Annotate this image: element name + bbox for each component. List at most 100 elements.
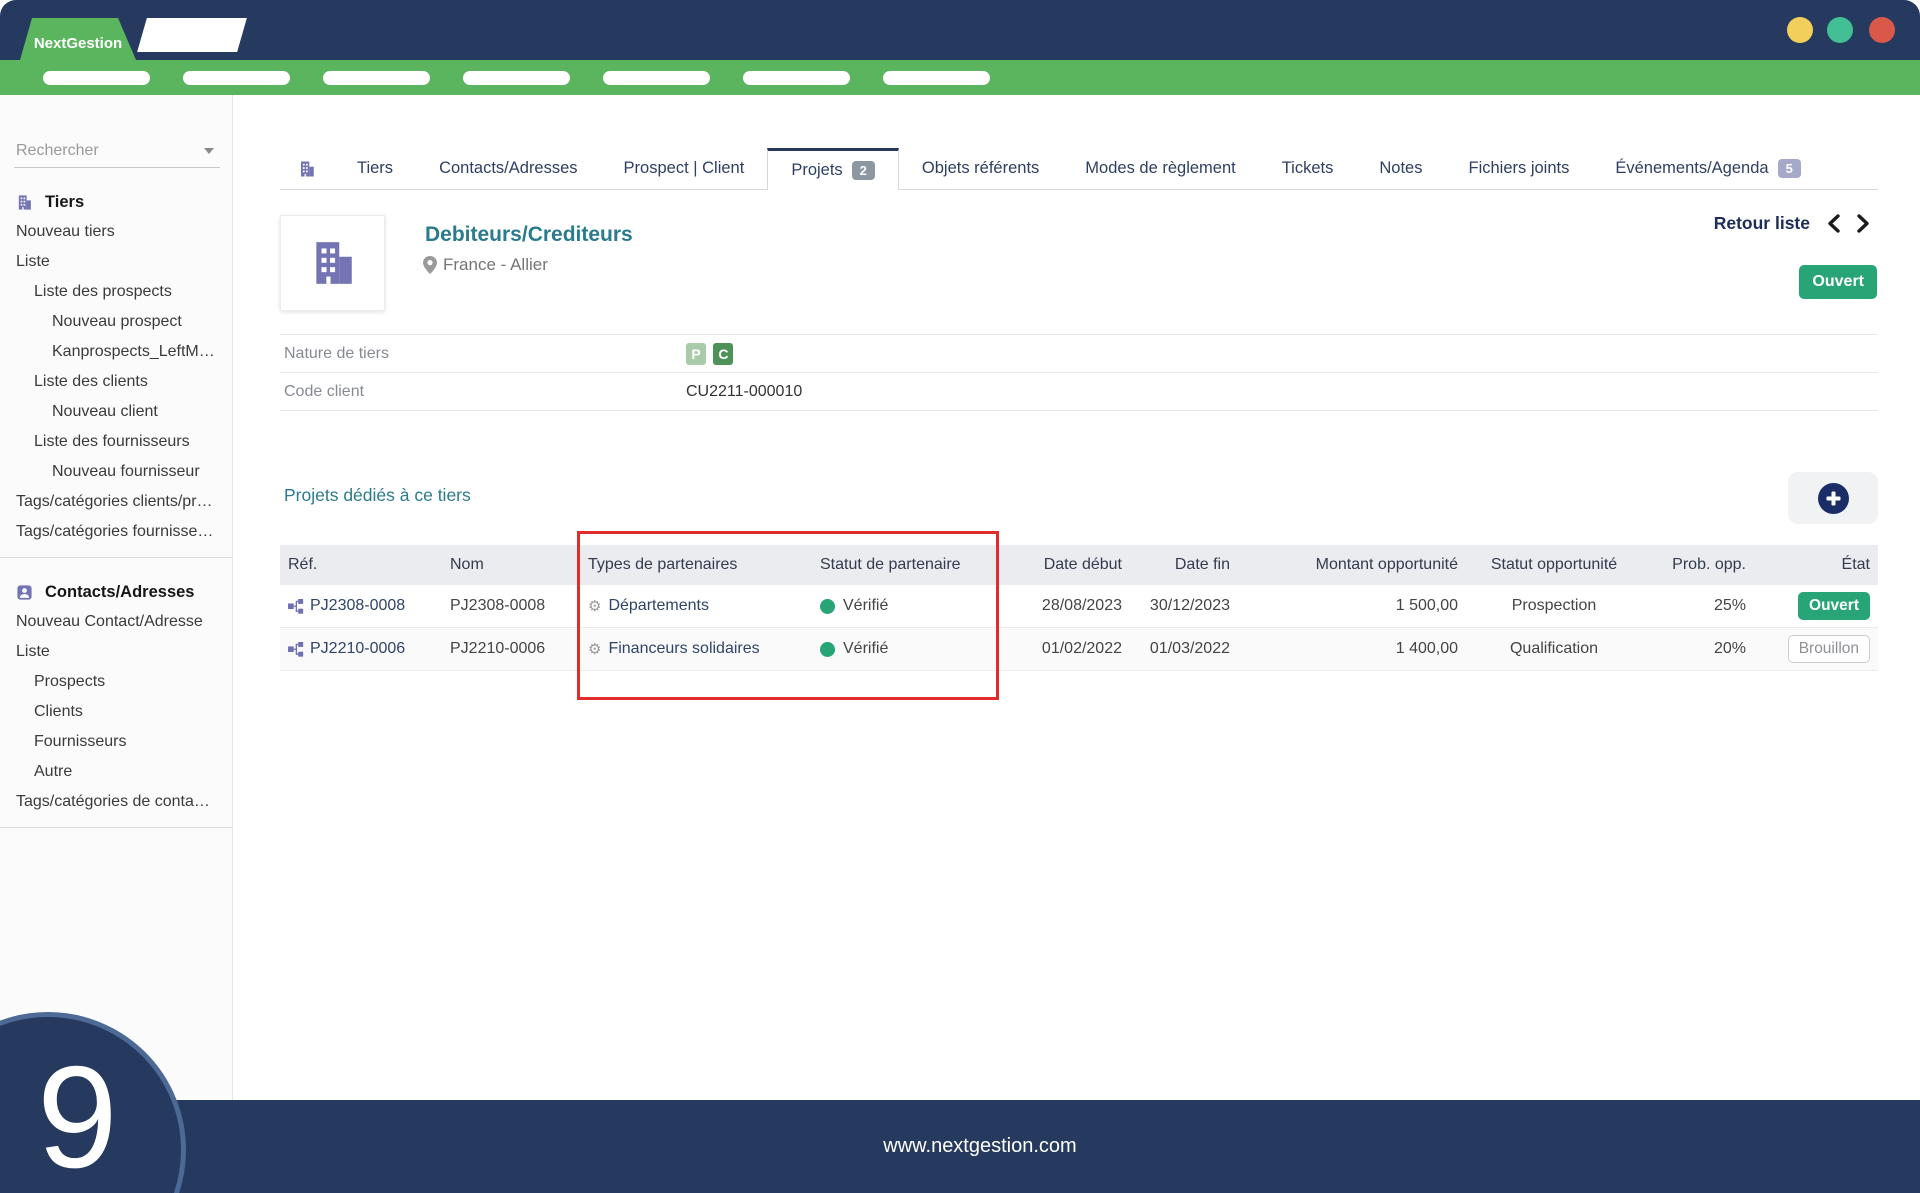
- date-start: 01/02/2022: [1000, 640, 1130, 658]
- window-dot-yellow-icon[interactable]: [1787, 17, 1813, 43]
- project-ref-link[interactable]: PJ2210-0006: [310, 640, 405, 658]
- return-list-link[interactable]: Retour liste: [1714, 213, 1810, 234]
- tab-tiers[interactable]: Tiers: [334, 148, 416, 189]
- sidebar-item[interactable]: Tags/catégories fournisse…: [0, 517, 232, 547]
- tab-projets[interactable]: Projets 2: [767, 148, 899, 190]
- opportunity-probability: 20%: [1640, 640, 1760, 658]
- tab-objets-referents[interactable]: Objets référents: [899, 148, 1062, 189]
- field-value-code-client: CU2211-000010: [686, 383, 802, 401]
- nature-badge-client[interactable]: C: [713, 343, 733, 365]
- next-record-button[interactable]: [1857, 214, 1870, 233]
- footer-url: www.nextgestion.com: [883, 1135, 1076, 1158]
- sidebar-item[interactable]: Liste des fournisseurs: [0, 427, 232, 457]
- contact-icon: [16, 584, 33, 601]
- sidebar-item[interactable]: Prospects: [0, 667, 232, 697]
- project-ref-link[interactable]: PJ2308-0008: [310, 597, 405, 615]
- column-header[interactable]: Date début: [1000, 556, 1130, 574]
- sidebar-item[interactable]: Liste: [0, 247, 232, 277]
- sidebar-item[interactable]: Tags/catégories clients/pr…: [0, 487, 232, 517]
- previous-record-button[interactable]: [1827, 214, 1840, 233]
- app-window: NextGestion Tier: [0, 0, 1920, 1193]
- nav-pill[interactable]: [323, 71, 430, 85]
- column-header[interactable]: Réf.: [280, 556, 450, 574]
- gear-icon: ⚙: [588, 599, 601, 614]
- project-icon: [288, 642, 304, 657]
- header-decoration-slab: [137, 18, 247, 52]
- tab-thirdparty-icon[interactable]: [280, 148, 334, 189]
- sidebar-item[interactable]: Autre: [0, 757, 232, 787]
- tab-notes[interactable]: Notes: [1356, 148, 1445, 189]
- sidebar-item[interactable]: Clients: [0, 697, 232, 727]
- chevron-down-icon[interactable]: [204, 148, 214, 154]
- opportunity-probability: 25%: [1640, 597, 1760, 615]
- column-header[interactable]: Montant opportunité: [1240, 556, 1468, 574]
- opportunity-status: Qualification: [1468, 640, 1640, 658]
- plus-icon: [1818, 483, 1849, 514]
- add-project-button[interactable]: [1788, 472, 1878, 524]
- sidebar-item[interactable]: Fournisseurs: [0, 727, 232, 757]
- sidebar-item[interactable]: Tags/catégories de conta…: [0, 787, 232, 817]
- partner-status: Vérifié: [843, 640, 888, 658]
- nav-pill[interactable]: [743, 71, 850, 85]
- nav-pill[interactable]: [603, 71, 710, 85]
- sidebar-item[interactable]: Nouveau tiers: [0, 217, 232, 247]
- thirdparty-fields: Nature de tiers P C Code client CU2211-0…: [280, 334, 1878, 411]
- tab-evenements-agenda[interactable]: Événements/Agenda 5: [1592, 148, 1823, 189]
- partner-type-link[interactable]: Financeurs solidaires: [608, 640, 759, 658]
- tab-contacts-adresses[interactable]: Contacts/Adresses: [416, 148, 600, 189]
- column-header[interactable]: Statut de partenaire: [820, 556, 1000, 574]
- nav-pill[interactable]: [463, 71, 570, 85]
- company-logo-card: [280, 215, 385, 311]
- sidebar: Tiers Nouveau tiers Liste Liste des pros…: [0, 95, 233, 1100]
- project-name: PJ2210-0006: [450, 640, 588, 658]
- sidebar-item[interactable]: Nouveau fournisseur: [0, 457, 232, 487]
- field-value-nature: P C: [686, 343, 736, 365]
- sidebar-item[interactable]: Nouveau client: [0, 397, 232, 427]
- sidebar-item[interactable]: Nouveau prospect: [0, 307, 232, 337]
- sidebar-section-tiers[interactable]: Tiers: [0, 187, 232, 217]
- window-dot-red-icon[interactable]: [1869, 17, 1895, 43]
- column-header[interactable]: Prob. opp.: [1640, 556, 1760, 574]
- nav-pill[interactable]: [183, 71, 290, 85]
- sidebar-section-contacts[interactable]: Contacts/Adresses: [0, 577, 232, 607]
- window-dot-teal-icon[interactable]: [1827, 17, 1853, 43]
- sidebar-item[interactable]: Nouveau Contact/Adresse: [0, 607, 232, 637]
- sidebar-item[interactable]: Liste: [0, 637, 232, 667]
- column-header[interactable]: Date fin: [1130, 556, 1240, 574]
- nature-badge-prospect[interactable]: P: [686, 343, 706, 365]
- tab-prospect-client[interactable]: Prospect | Client: [601, 148, 768, 189]
- top-bar: NextGestion: [0, 0, 1920, 60]
- column-header[interactable]: Nom: [450, 556, 588, 574]
- date-start: 28/08/2023: [1000, 597, 1130, 615]
- sidebar-item[interactable]: Liste des clients: [0, 367, 232, 397]
- building-icon: [298, 160, 316, 178]
- location-pin-icon: [423, 256, 437, 274]
- date-end: 01/03/2022: [1130, 640, 1240, 658]
- column-header[interactable]: État: [1760, 556, 1878, 574]
- search-input[interactable]: [14, 141, 198, 161]
- nav-pill[interactable]: [43, 71, 150, 85]
- projects-section-title: Projets dédiés à ce tiers: [284, 485, 471, 506]
- brand-logo-text: NextGestion: [34, 35, 122, 52]
- sidebar-item[interactable]: Kanprospects_LeftM…: [0, 337, 232, 367]
- sidebar-item[interactable]: Liste des prospects: [0, 277, 232, 307]
- status-badge: Ouvert: [1799, 265, 1877, 299]
- tab-modes-reglement[interactable]: Modes de règlement: [1062, 148, 1258, 189]
- gear-icon: ⚙: [588, 642, 601, 657]
- opportunity-amount: 1 500,00: [1240, 597, 1468, 615]
- chevron-left-icon: [1827, 214, 1840, 233]
- column-header[interactable]: Types de partenaires: [588, 556, 820, 574]
- verified-status-dot-icon: [820, 599, 835, 614]
- sidebar-section-title: Tiers: [45, 193, 84, 212]
- chevron-right-icon: [1857, 214, 1870, 233]
- nav-pill[interactable]: [883, 71, 990, 85]
- partner-type-link[interactable]: Départements: [608, 597, 709, 615]
- tab-agenda-count-badge: 5: [1778, 159, 1801, 178]
- partner-status: Vérifié: [843, 597, 888, 615]
- tab-fichiers-joints[interactable]: Fichiers joints: [1445, 148, 1592, 189]
- column-header[interactable]: Statut opportunité: [1468, 556, 1640, 574]
- field-row-nature: Nature de tiers P C: [280, 335, 1878, 373]
- tab-tickets[interactable]: Tickets: [1259, 148, 1357, 189]
- project-state-badge: Ouvert: [1798, 592, 1870, 620]
- projects-table-header: Réf. Nom Types de partenaires Statut de …: [280, 545, 1878, 585]
